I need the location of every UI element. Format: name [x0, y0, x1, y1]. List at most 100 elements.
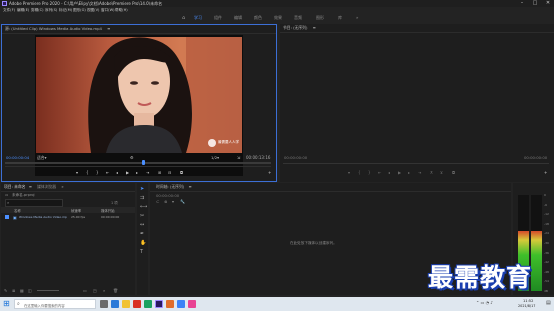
taskbar-date[interactable]: 2021/8/17: [518, 304, 535, 308]
project-search-input[interactable]: ⌕: [5, 199, 63, 207]
add-marker-icon[interactable]: ▾: [172, 199, 174, 204]
column-frame-rate[interactable]: 帧速率: [71, 208, 81, 213]
source-zoom-icon[interactable]: ⇲: [237, 155, 240, 160]
project-panel-menu-icon[interactable]: ≡: [29, 184, 32, 189]
icon-view-icon[interactable]: ▦: [20, 288, 24, 293]
workspace-tab-graphics[interactable]: 图形: [316, 15, 324, 21]
overwrite-button[interactable]: ⊟: [168, 170, 171, 175]
workspace-tab-effects[interactable]: 效果: [274, 15, 282, 21]
timeline-panel-menu-icon[interactable]: ≡: [188, 184, 191, 189]
snap-icon[interactable]: ⊂: [156, 199, 159, 204]
timeline-tab[interactable]: 时间轴: (无序列) ≡: [150, 183, 511, 192]
selection-tool-icon[interactable]: ➤: [140, 186, 144, 192]
source-monitor-tab[interactable]: 源: (Untitled Clip) Windows Media Audio V…: [2, 25, 276, 34]
app-icon-green[interactable]: [144, 300, 152, 308]
list-view-icon[interactable]: ≣: [12, 288, 15, 293]
write-protect-icon[interactable]: ✎: [4, 288, 7, 293]
program-go-to-in-button[interactable]: ⇤: [378, 170, 381, 175]
slip-tool-icon[interactable]: ↔: [140, 222, 144, 228]
zoom-slider[interactable]: [37, 290, 59, 291]
pen-tool-icon[interactable]: ✒: [140, 231, 144, 237]
program-mark-in-bracket[interactable]: {: [358, 170, 361, 175]
timeline-settings-icon[interactable]: 🔧: [180, 199, 185, 204]
program-add-button[interactable]: +: [544, 170, 547, 175]
insert-button[interactable]: ⊞: [158, 170, 161, 175]
column-name[interactable]: 名称: [14, 208, 21, 213]
program-play-button[interactable]: ▶: [398, 170, 401, 175]
extract-button[interactable]: ⊻: [440, 170, 443, 175]
column-media-start[interactable]: 媒体开始: [101, 208, 115, 213]
workspace-tab-audio[interactable]: 音频: [294, 15, 302, 21]
file-explorer-icon[interactable]: [122, 300, 130, 308]
workspace-tab-color[interactable]: 颜色: [254, 15, 262, 21]
workspace-tab-editing[interactable]: 编辑: [234, 15, 242, 21]
label-color-swatch[interactable]: [5, 215, 9, 219]
play-button[interactable]: ▶: [126, 170, 129, 175]
close-button[interactable]: ✕: [542, 0, 554, 7]
source-fit-dropdown[interactable]: 适合▾: [37, 155, 47, 161]
program-step-back-button[interactable]: ◂: [388, 170, 390, 175]
edge-browser-icon[interactable]: [111, 300, 119, 308]
menu-help[interactable]: 帮助(H): [115, 8, 128, 13]
timeline-timecode[interactable]: 00:00:00:00: [156, 193, 179, 198]
program-monitor-tab[interactable]: 节目: (无序列) ≡: [280, 24, 554, 33]
menu-view[interactable]: 视图(V): [87, 8, 99, 13]
track-select-tool-icon[interactable]: ⇉: [140, 195, 144, 201]
app-icon-orange[interactable]: [166, 300, 174, 308]
home-icon[interactable]: ⌂: [182, 16, 187, 21]
menu-window[interactable]: 窗口(W): [101, 8, 115, 13]
maximize-button[interactable]: □: [529, 0, 541, 7]
find-icon[interactable]: ⌕: [103, 288, 105, 293]
workspace-tab-libraries[interactable]: 库: [338, 15, 342, 21]
step-back-button[interactable]: ◂: [116, 170, 118, 175]
workspace-more-button[interactable]: »: [356, 15, 358, 20]
menu-sequence[interactable]: 序列(S): [45, 8, 57, 13]
project-tab[interactable]: 项目: 未命名: [4, 184, 25, 189]
media-browser-tab[interactable]: 媒体浏览器: [37, 184, 56, 189]
hand-tool-icon[interactable]: ✋: [140, 240, 146, 246]
table-row[interactable]: ▣ Windows Media Audio Video.mp4 25.00 fp…: [1, 214, 135, 220]
program-mark-in-button[interactable]: ▾: [348, 170, 350, 175]
workspace-tab-assembly[interactable]: 组件: [214, 15, 222, 21]
ripple-edit-tool-icon[interactable]: ⟷: [140, 204, 147, 210]
program-mark-out-bracket[interactable]: }: [368, 170, 371, 175]
mark-out-button[interactable]: {: [86, 170, 89, 175]
menu-file[interactable]: 文件(F): [3, 8, 15, 13]
workspace-tab-learn[interactable]: 学习: [194, 15, 202, 21]
program-go-to-out-button[interactable]: ⇥: [418, 170, 421, 175]
app-icon-blue[interactable]: [177, 300, 185, 308]
new-bin-icon[interactable]: ▭: [83, 288, 87, 293]
source-quality-dropdown[interactable]: 1/2▾: [211, 155, 219, 160]
taskbar-search-box[interactable]: ⌕ 在这里输入你要搜索的内容: [14, 299, 96, 309]
menu-clip[interactable]: 剪辑(C): [31, 8, 44, 13]
menu-edit[interactable]: 编辑(E): [17, 8, 29, 13]
windows-start-icon[interactable]: ⊞: [3, 299, 10, 309]
wrench-settings-icon[interactable]: ⚙: [130, 155, 134, 160]
freeform-view-icon[interactable]: ◫: [28, 288, 32, 293]
program-export-frame-icon[interactable]: ◘: [452, 170, 455, 175]
menu-marker[interactable]: 标记(M): [59, 8, 72, 13]
clip-name[interactable]: Windows Media Audio Video.mp4: [19, 215, 67, 219]
razor-tool-icon[interactable]: ✂: [140, 213, 144, 219]
source-scrub-bar[interactable]: [5, 160, 271, 165]
lift-button[interactable]: ⊼: [430, 170, 433, 175]
notification-icon[interactable]: ▤: [546, 300, 551, 306]
step-forward-button[interactable]: ▸: [136, 170, 138, 175]
taskbar-time[interactable]: 11:52: [523, 299, 533, 303]
trash-icon[interactable]: 🗑: [113, 288, 118, 293]
program-timecode-current[interactable]: 00:00:00:00: [284, 155, 307, 160]
task-view-icon[interactable]: [100, 300, 108, 308]
linked-selection-icon[interactable]: ⊗: [164, 199, 167, 204]
type-tool-icon[interactable]: T: [140, 249, 143, 255]
app-icon-red[interactable]: [133, 300, 141, 308]
mark-in-button[interactable]: ▾: [76, 170, 78, 175]
program-step-forward-button[interactable]: ▸: [408, 170, 410, 175]
minimize-button[interactable]: –: [516, 0, 528, 7]
source-panel-menu-icon[interactable]: ≡: [107, 26, 110, 31]
project-more-button[interactable]: »: [61, 184, 63, 189]
mark-out-bracket-button[interactable]: }: [96, 170, 99, 175]
program-panel-menu-icon[interactable]: ≡: [313, 25, 316, 30]
source-playhead[interactable]: [141, 160, 145, 165]
menu-graphics[interactable]: 图形(G): [73, 8, 86, 13]
go-to-in-button[interactable]: ⇤: [106, 170, 109, 175]
